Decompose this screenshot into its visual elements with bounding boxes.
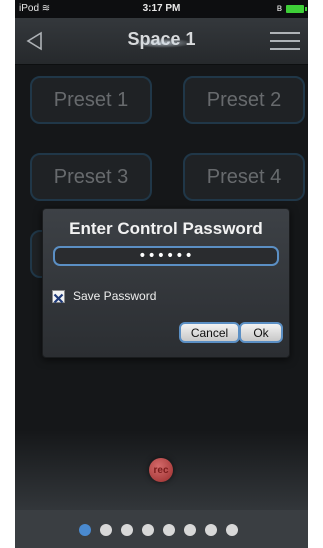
save-password-checkbox[interactable] bbox=[52, 289, 65, 303]
dialog-title: Enter Control Password bbox=[69, 219, 263, 238]
record-label: rec bbox=[153, 464, 169, 476]
battery-icon bbox=[286, 4, 307, 13]
page-dot-7[interactable] bbox=[205, 524, 217, 536]
password-field[interactable]: •••••• bbox=[53, 246, 279, 266]
page-dot-1[interactable] bbox=[79, 524, 91, 536]
ok-button[interactable]: Ok bbox=[239, 322, 283, 343]
page-dot-4[interactable] bbox=[142, 524, 154, 536]
save-password-row[interactable]: Save Password bbox=[52, 289, 156, 303]
status-bar: iPod ≋ 3:17 PM ʙ bbox=[15, 0, 308, 18]
record-button[interactable]: rec bbox=[149, 458, 173, 482]
status-time: 3:17 PM bbox=[142, 3, 181, 14]
password-dialog: Enter Control Password •••••• Save Passw… bbox=[42, 208, 290, 358]
app-screen: iPod ≋ 3:17 PM ʙ Space 1 Preset 1 Preset… bbox=[15, 0, 308, 548]
title-highlight bbox=[131, 38, 193, 48]
page-indicator bbox=[15, 510, 308, 548]
status-right: ʙ bbox=[276, 3, 307, 14]
cancel-button[interactable]: Cancel bbox=[179, 322, 240, 343]
page-dot-2[interactable] bbox=[100, 524, 112, 536]
page-dot-3[interactable] bbox=[121, 524, 133, 536]
page-dot-5[interactable] bbox=[163, 524, 175, 536]
page-dot-6[interactable] bbox=[184, 524, 196, 536]
menu-icon[interactable] bbox=[270, 30, 300, 52]
check-icon bbox=[53, 293, 64, 303]
save-password-label: Save Password bbox=[73, 289, 157, 303]
page-dot-8[interactable] bbox=[226, 524, 238, 536]
bluetooth-icon: ʙ bbox=[276, 3, 282, 14]
